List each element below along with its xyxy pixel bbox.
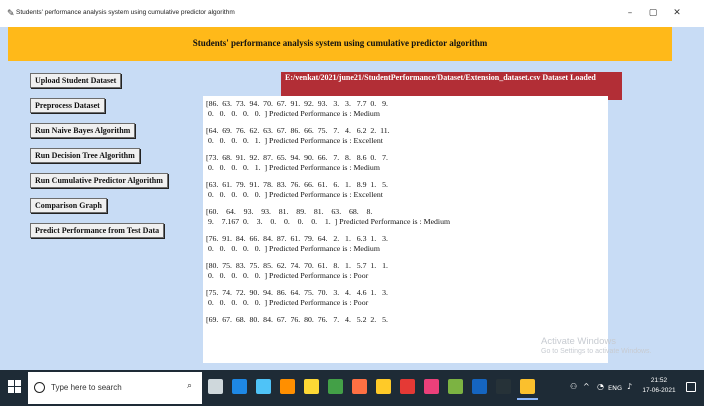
- app-header: Students' performance analysis system us…: [8, 27, 672, 61]
- pdf-icon[interactable]: [400, 379, 415, 394]
- notes-icon[interactable]: [448, 379, 463, 394]
- word-icon[interactable]: [472, 379, 487, 394]
- record-values-line: [76. 91. 84. 66. 84. 87. 61. 79. 64. 2. …: [206, 234, 388, 243]
- chrome-icon[interactable]: [328, 379, 343, 394]
- firefox-icon[interactable]: [352, 379, 367, 394]
- activate-windows-hint: Go to Settings to activate Windows.: [541, 348, 652, 355]
- person-icon[interactable]: ⚇: [570, 382, 577, 391]
- tool-icon[interactable]: [424, 379, 439, 394]
- preprocess-dataset-button[interactable]: Preprocess Dataset: [30, 98, 105, 113]
- record-values-line: [63. 61. 79. 91. 78. 83. 76. 66. 61. 6. …: [206, 180, 388, 189]
- run-naive-bayes-button[interactable]: Run Naive Bayes Algorithm: [30, 123, 136, 138]
- record-prediction-line: 0. 0. 0. 0. 0. ] Predicted Performance i…: [206, 270, 369, 280]
- window-title: Students' performance analysis system us…: [16, 9, 235, 16]
- output-record: [69. 67. 68. 80. 84. 67. 76. 80. 76. 7. …: [206, 315, 608, 325]
- output-record: [86. 63. 73. 94. 70. 67. 91. 92. 93. 3. …: [206, 99, 608, 118]
- windows-start-icon[interactable]: [8, 380, 22, 394]
- record-prediction-line: 0. 0. 0. 0. 1. ] Predicted Performance i…: [206, 162, 380, 172]
- record-prediction-line: 0. 0. 0. 0. 0. ] Predicted Performance i…: [206, 189, 383, 199]
- predict-performance-button[interactable]: Predict Performance from Test Data: [30, 223, 165, 238]
- output-record: [76. 91. 84. 66. 84. 87. 61. 79. 64. 2. …: [206, 234, 608, 253]
- record-prediction-line: 0. 0. 0. 0. 0. ] Predicted Performance i…: [206, 297, 369, 307]
- taskbar-search-box[interactable]: Type here to search ⌕: [28, 372, 202, 404]
- record-values-line: [69. 67. 68. 80. 84. 67. 76. 80. 76. 7. …: [206, 315, 388, 324]
- run-decision-tree-button[interactable]: Run Decision Tree Algorithm: [30, 148, 140, 163]
- upload-dataset-button[interactable]: Upload Student Dataset: [30, 73, 122, 88]
- record-values-line: [75. 74. 72. 90. 94. 86. 64. 75. 70. 3. …: [206, 288, 388, 297]
- close-button[interactable]: ✕: [667, 6, 687, 20]
- record-prediction-line: 0. 0. 0. 0. 0. ] Predicted Performance i…: [206, 243, 380, 253]
- record-prediction-line: 0. 0. 0. 0. 0. ] Predicted Performance i…: [206, 108, 380, 118]
- output-text-area[interactable]: [86. 63. 73. 94. 70. 67. 91. 92. 93. 3. …: [203, 96, 608, 363]
- vlc-icon[interactable]: [280, 379, 295, 394]
- output-record: [75. 74. 72. 90. 94. 86. 64. 75. 70. 3. …: [206, 288, 608, 307]
- store-icon[interactable]: [256, 379, 271, 394]
- cmd-icon[interactable]: [496, 379, 511, 394]
- maximize-button[interactable]: ▢: [643, 6, 663, 20]
- windows-taskbar: Type here to search ⌕ ⚇ ^ ◔ ENG ♪ 21:52 …: [0, 370, 704, 406]
- paint-icon[interactable]: [304, 379, 319, 394]
- clock-date: 17-06-2021: [642, 387, 676, 394]
- clock-time: 21:52: [650, 377, 668, 384]
- notification-icon[interactable]: [686, 382, 696, 392]
- comparison-graph-button[interactable]: Comparison Graph: [30, 198, 107, 213]
- python-icon[interactable]: [517, 379, 538, 400]
- task-view-icon[interactable]: [208, 379, 223, 394]
- record-prediction-line: 9. 7.167 0. 3. 0. 0. 0. 0. 1. ] Predicte…: [206, 216, 451, 226]
- window-titlebar: ✎ Students' performance analysis system …: [0, 0, 704, 27]
- output-record: [63. 61. 79. 91. 78. 83. 76. 66. 61. 6. …: [206, 180, 608, 199]
- chevron-up-icon[interactable]: ^: [583, 382, 590, 391]
- output-record: [60. 64. 93. 93. 81. 89. 81. 63. 68. 8. …: [206, 207, 608, 226]
- minimize-button[interactable]: –: [620, 6, 640, 20]
- run-cumulative-predictor-button[interactable]: Run Cumulative Predictor Algorithm: [30, 173, 168, 188]
- feather-icon: ✎: [7, 9, 15, 19]
- record-values-line: [73. 68. 91. 92. 87. 65. 94. 90. 66. 7. …: [206, 153, 388, 162]
- microphone-icon[interactable]: ⌕: [187, 381, 192, 391]
- record-values-line: [60. 64. 93. 93. 81. 89. 81. 63. 68. 8.: [206, 207, 373, 216]
- taskbar-clock[interactable]: 21:52 17-06-2021: [640, 376, 678, 396]
- volume-icon[interactable]: ♪: [627, 382, 632, 391]
- record-values-line: [64. 69. 76. 62. 63. 67. 86. 66. 75. 7. …: [206, 126, 390, 135]
- record-values-line: [86. 63. 73. 94. 70. 67. 91. 92. 93. 3. …: [206, 99, 388, 108]
- output-record: [80. 75. 83. 75. 85. 62. 74. 70. 61. 8. …: [206, 261, 608, 280]
- activate-windows-watermark: Activate Windows: [541, 336, 616, 347]
- output-record: [64. 69. 76. 62. 63. 67. 86. 66. 75. 7. …: [206, 126, 608, 145]
- record-prediction-line: 0. 0. 0. 0. 1. ] Predicted Performance i…: [206, 135, 383, 145]
- taskbar-search-placeholder: Type here to search: [51, 383, 122, 392]
- app-client-area: Students' performance analysis system us…: [0, 27, 704, 370]
- search-icon: [34, 382, 45, 393]
- explorer-icon[interactable]: [376, 379, 391, 394]
- language-indicator[interactable]: ENG: [608, 384, 622, 392]
- output-record: [73. 68. 91. 92. 87. 65. 94. 90. 66. 7. …: [206, 153, 608, 172]
- network-icon[interactable]: ◔: [597, 382, 604, 391]
- edge-icon[interactable]: [232, 379, 247, 394]
- app-header-title: Students' performance analysis system us…: [192, 38, 488, 48]
- record-values-line: [80. 75. 83. 75. 85. 62. 74. 70. 61. 8. …: [206, 261, 388, 270]
